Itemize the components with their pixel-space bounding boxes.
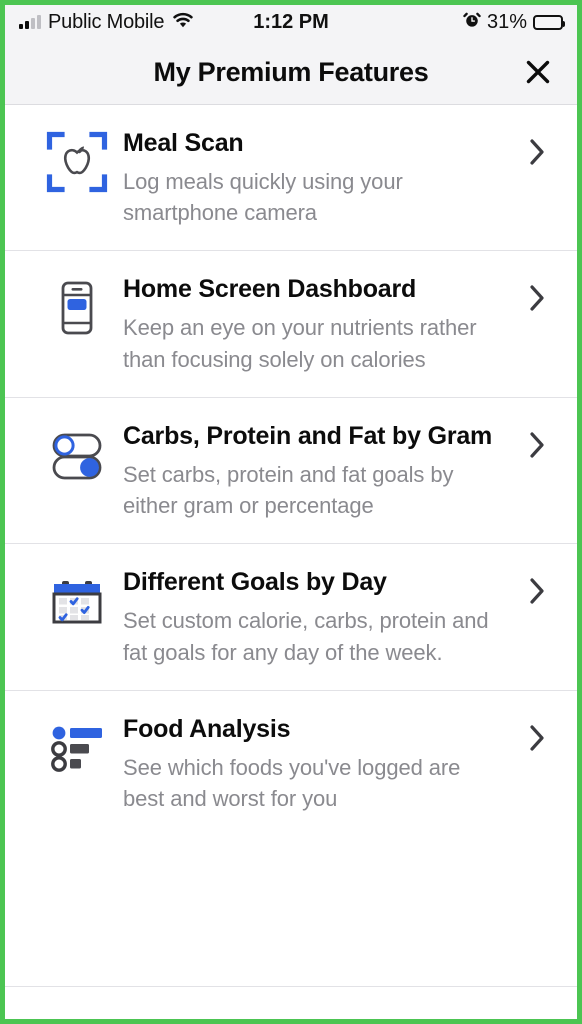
feature-row-food-analysis[interactable]: Food Analysis See which foods you've log… [5, 690, 577, 837]
feature-title: Carbs, Protein and Fat by Gram [123, 421, 493, 450]
feature-title: Home Screen Dashboard [123, 275, 417, 304]
phone-screenshot-frame: Public Mobile 1:12 PM 31% My Premium Fea… [0, 0, 582, 1024]
feature-text-home-screen-dashboard: Home Screen Dashboard Keep an eye on you… [123, 273, 517, 374]
feature-text-meal-scan: Meal Scan Log meals quickly using your s… [123, 127, 517, 228]
feature-description: Log meals quickly using your smartphone … [123, 169, 403, 226]
feature-description: See which foods you've logged are best a… [123, 754, 461, 812]
page-header: My Premium Features [5, 40, 577, 105]
signal-bars-icon [19, 15, 41, 29]
wifi-icon [171, 11, 195, 34]
page-title: My Premium Features [153, 56, 429, 87]
alarm-clock-icon [463, 11, 481, 34]
feature-row-home-screen-dashboard[interactable]: Home Screen Dashboard Keep an eye on you… [5, 251, 577, 398]
chevron-right-icon[interactable] [517, 273, 557, 313]
feature-title: Different Goals by Day [123, 568, 387, 597]
status-bar-right: 31% [463, 11, 565, 34]
chevron-right-icon[interactable] [517, 420, 557, 460]
status-bar: Public Mobile 1:12 PM 31% [5, 5, 577, 40]
feature-list-next-row-partial[interactable] [5, 986, 577, 1019]
feature-row-different-goals-by-day[interactable]: Different Goals by Day Set custom calori… [5, 544, 577, 691]
feature-row-carbs-protein-fat-by-gram[interactable]: Carbs, Protein and Fat by Gram Set carbs… [5, 397, 577, 545]
feature-text-carbs-protein-fat-by-gram: Carbs, Protein and Fat by Gram Set carbs… [123, 420, 517, 521]
carrier-label: Public Mobile [48, 11, 165, 33]
status-bar-left: Public Mobile [19, 11, 195, 34]
calendar-checks-icon [31, 566, 123, 632]
chevron-right-icon[interactable] [517, 127, 557, 167]
meal-scan-icon [31, 127, 123, 193]
close-icon[interactable] [521, 55, 555, 89]
feature-text-food-analysis: Food Analysis See which foods you've log… [123, 713, 517, 814]
feature-title: Food Analysis [123, 714, 291, 743]
phone-screen: Public Mobile 1:12 PM 31% My Premium Fea… [5, 5, 577, 1019]
feature-description: Set custom calorie, carbs, protein and f… [123, 608, 489, 665]
feature-row-meal-scan[interactable]: Meal Scan Log meals quickly using your s… [5, 105, 577, 252]
feature-description: Keep an eye on your nutrients rather tha… [123, 315, 477, 372]
feature-description: Set carbs, protein and fat goals by eith… [123, 461, 454, 519]
home-screen-dashboard-icon [31, 273, 123, 339]
feature-title: Meal Scan [123, 129, 244, 157]
feature-list: Meal Scan Log meals quickly using your s… [5, 105, 577, 986]
chevron-right-icon[interactable] [517, 566, 557, 606]
chevron-right-icon[interactable] [517, 713, 557, 753]
ranked-bars-icon [31, 713, 123, 779]
toggle-switches-icon [31, 420, 123, 486]
feature-text-different-goals-by-day: Different Goals by Day Set custom calori… [123, 566, 517, 667]
battery-percent-label: 31% [486, 11, 527, 33]
battery-icon [533, 15, 565, 30]
